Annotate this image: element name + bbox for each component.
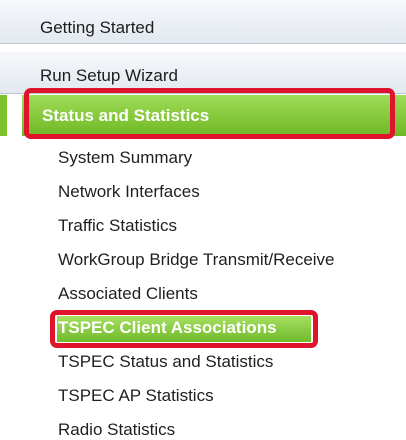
selected-section-indicator (0, 95, 7, 136)
nav-item-workgroup-bridge-transmit-receive[interactable]: WorkGroup Bridge Transmit/Receive (58, 250, 335, 270)
nav-item-network-interfaces[interactable]: Network Interfaces (58, 182, 200, 202)
nav-run-setup-wizard-label: Run Setup Wizard (40, 66, 178, 85)
nav-getting-started[interactable]: Getting Started (0, 0, 406, 44)
nav-item-tspec-status-and-statistics[interactable]: TSPEC Status and Statistics (58, 352, 273, 372)
navigation-pane: Getting Started Run Setup Wizard Status … (0, 0, 406, 440)
nav-getting-started-label: Getting Started (40, 18, 155, 37)
nav-item-system-summary[interactable]: System Summary (58, 148, 192, 168)
nav-item-radio-statistics[interactable]: Radio Statistics (58, 420, 175, 440)
nav-item-traffic-statistics[interactable]: Traffic Statistics (58, 216, 177, 236)
status-and-statistics-highlight-box (24, 88, 395, 139)
nav-item-tspec-ap-statistics[interactable]: TSPEC AP Statistics (58, 386, 214, 406)
nav-item-associated-clients[interactable]: Associated Clients (58, 284, 198, 304)
tspec-client-associations-highlight-box (50, 310, 318, 348)
